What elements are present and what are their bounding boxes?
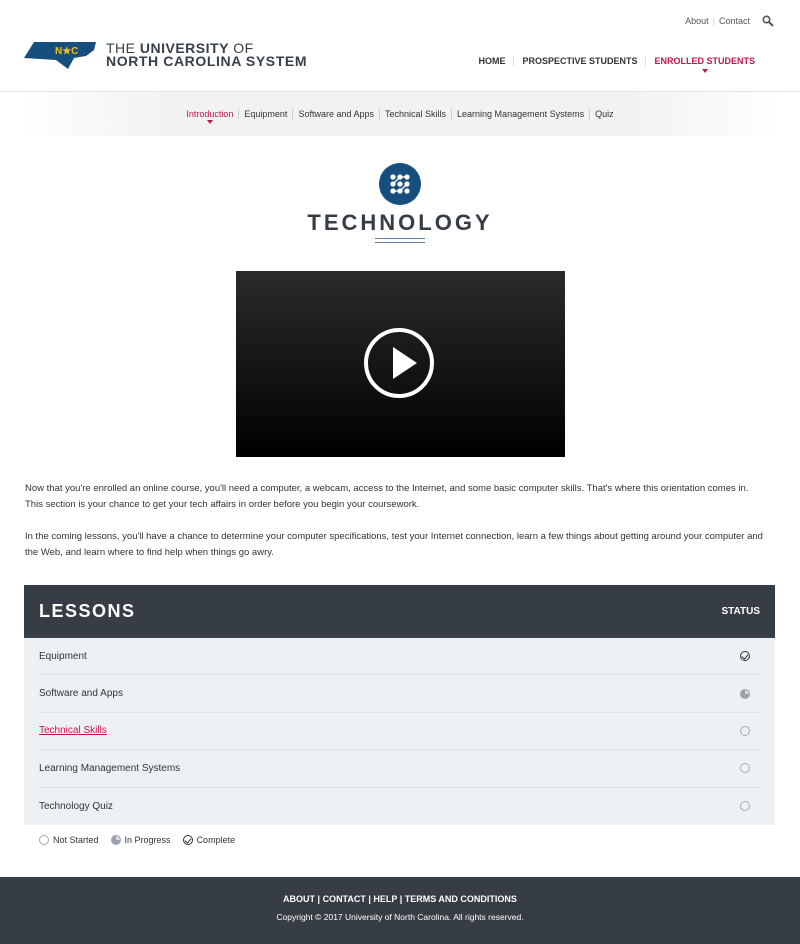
subnav-quiz[interactable]: Quiz [589, 109, 619, 119]
lesson-title[interactable]: Equipment [39, 651, 87, 662]
legend-in-progress: In Progress [124, 835, 171, 845]
lesson-title[interactable]: Learning Management Systems [39, 763, 180, 774]
not-started-icon [39, 835, 49, 845]
lesson-link[interactable]: Technical Skills [39, 725, 107, 736]
copyright: Copyright © 2017 University of North Car… [276, 912, 524, 922]
footer-links[interactable]: ABOUT | CONTACT | HELP | TERMS AND CONDI… [0, 894, 800, 904]
status-legend: Not Started In Progress Complete [39, 835, 235, 845]
lesson-row[interactable]: Learning Management Systems [39, 750, 760, 788]
lesson-row[interactable]: Technical Skills [39, 713, 760, 751]
not-started-icon [740, 801, 750, 812]
lessons-header: LESSONS STATUS [24, 585, 775, 638]
lesson-title[interactable]: Software and Apps [39, 688, 123, 699]
subnav-lms[interactable]: Learning Management Systems [451, 109, 589, 119]
video-player[interactable] [236, 271, 565, 457]
lesson-title[interactable]: Technology Quiz [39, 801, 113, 812]
subnav-technical-skills[interactable]: Technical Skills [379, 109, 451, 119]
utility-nav: About | Contact [685, 15, 774, 27]
subnav-introduction[interactable]: Introduction [181, 109, 238, 124]
legend-complete: Complete [196, 835, 236, 845]
contact-link[interactable]: Contact [719, 16, 750, 26]
svg-text:N★C: N★C [55, 46, 78, 57]
complete-icon [182, 835, 193, 845]
section-nav: Introduction Equipment Software and Apps… [20, 92, 780, 136]
lessons-table: LESSONS STATUS Equipment Software and Ap… [24, 585, 775, 825]
lesson-row[interactable]: Equipment [39, 638, 760, 676]
lessons-heading: LESSONS [39, 601, 136, 621]
subnav-software-apps[interactable]: Software and Apps [292, 109, 379, 119]
nav-prospective-students[interactable]: PROSPECTIVE STUDENTS [513, 56, 645, 66]
divider: | [712, 16, 715, 26]
not-started-icon [740, 725, 750, 736]
not-started-icon [740, 763, 750, 774]
lesson-row[interactable]: Technology Quiz [39, 788, 760, 825]
intro-paragraph: In the coming lessons, you'll have a cha… [25, 531, 763, 558]
page-title: TECHNOLOGY [307, 210, 493, 235]
circuit-icon [379, 163, 421, 205]
logo-line-2: NORTH CAROLINA SYSTEM [106, 53, 308, 69]
active-caret-icon [701, 69, 708, 76]
title-underline [375, 238, 425, 239]
logo[interactable]: N★C THE UNIVERSITY OF NORTH CAROLINA SYS… [24, 40, 307, 70]
main-nav: HOME PROSPECTIVE STUDENTS ENROLLED STUDE… [470, 56, 763, 73]
title-underline [375, 242, 425, 243]
search-icon[interactable] [762, 15, 774, 27]
complete-icon [740, 651, 750, 662]
footer: ABOUT | CONTACT | HELP | TERMS AND CONDI… [0, 877, 800, 944]
subnav-equipment[interactable]: Equipment [238, 109, 292, 119]
play-icon[interactable] [364, 328, 434, 398]
nav-enrolled-students[interactable]: ENROLLED STUDENTS [645, 56, 763, 73]
lesson-row[interactable]: Software and Apps [39, 675, 760, 713]
in-progress-icon [740, 688, 750, 699]
nav-home[interactable]: HOME [470, 56, 513, 66]
status-heading: STATUS [721, 606, 760, 617]
north-carolina-map-icon: N★C [24, 42, 96, 69]
active-caret-icon [206, 120, 213, 127]
in-progress-icon [110, 835, 121, 845]
about-link[interactable]: About [685, 16, 709, 26]
intro-paragraph: Now that you're enrolled an online cours… [25, 483, 749, 510]
legend-not-started: Not Started [53, 835, 99, 845]
